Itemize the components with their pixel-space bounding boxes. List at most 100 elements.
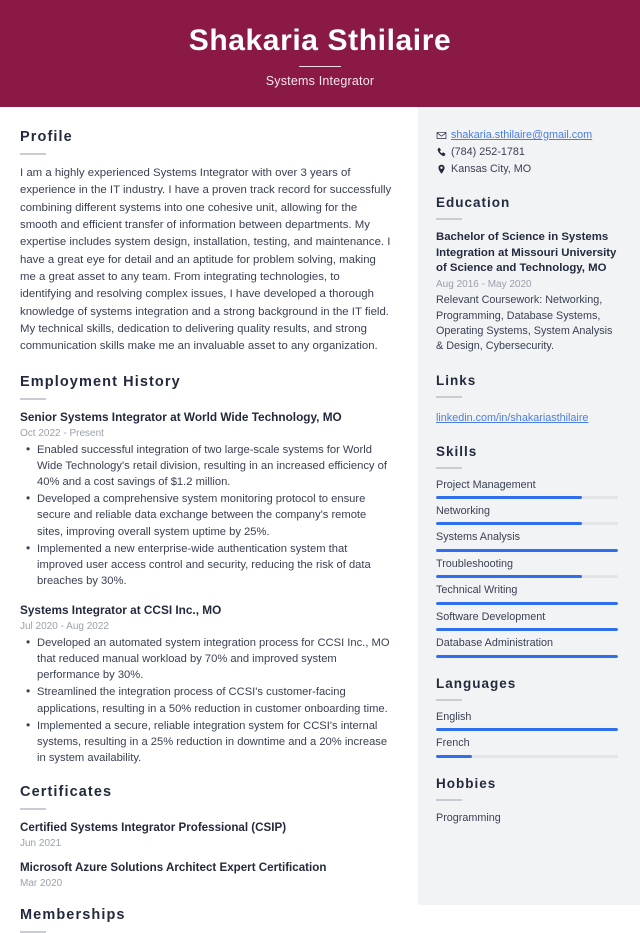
certificates-heading: Certificates [20,784,113,801]
job-date: Jul 2020 - Aug 2022 [20,620,109,632]
phone-icon [436,146,451,158]
sidebar-column: shakaria.sthilaire@gmail.com (784) 252-1… [418,107,640,905]
skill-label: Troubleshooting [436,557,514,570]
job-title: Systems Integrator at CCSI Inc., MO [20,602,222,617]
skill-item: Networking [436,505,618,526]
skill-bar-track [436,601,618,605]
section-rule [436,466,462,469]
certificate-name: Microsoft Azure Solutions Architect Expe… [20,861,327,875]
profile-text: I am a highly experienced Systems Integr… [20,167,392,353]
section-certificates: Certificates Certified Systems Integrato… [20,784,394,889]
skill-item: Troubleshooting [436,557,618,579]
job-bullet: Implemented a secure, reliable integrati… [20,717,394,767]
job-bullet: Developed an automated system integratio… [20,634,394,684]
skill-bar-track [436,548,618,552]
contact-row-location: Kansas City, MO [436,163,618,175]
skill-item: Software Development [436,610,618,632]
contact-row-phone: (784) 252-1781 [436,146,618,158]
section-rule [436,395,462,398]
section-rule [20,153,46,155]
language-bar-fill [436,754,473,758]
contact-row-email: shakaria.sthilaire@gmail.com [436,129,618,141]
education-date: Aug 2016 - May 2020 [436,279,532,291]
certificate-name: Certified Systems Integrator Professiona… [20,821,287,835]
skill-bar-track [436,628,618,632]
skill-bar-fill [436,548,618,552]
section-languages: Languages English French [436,676,618,758]
location-text: Kansas City, MO [451,163,532,175]
employment-entry: Systems Integrator at CCSI Inc., MO Jul … [20,603,394,767]
section-rule [20,930,46,933]
language-label: English [436,710,472,723]
section-profile: Profile I am a highly experienced System… [20,129,394,356]
job-bullet: Streamlined the integration process of C… [20,683,394,716]
skill-label: Networking [436,505,491,517]
section-employment-history: Employment History Senior Systems Integr… [20,374,394,767]
skill-bar-track [436,575,618,579]
certificate-entry: Microsoft Azure Solutions Architect Expe… [20,860,394,889]
skill-bar-fill [436,654,618,658]
candidate-job-title: Systems Integrator [265,73,375,88]
skill-bar-fill [436,601,618,605]
language-bar-track [436,754,618,758]
skill-label: Systems Analysis [436,531,521,544]
language-bar-track [436,728,618,732]
section-education: Education Bachelor of Science in Systems… [436,195,618,355]
skill-bar-track [436,496,618,499]
skill-item: Technical Writing [436,584,618,605]
language-label: French [436,737,470,750]
location-pin-icon [436,163,451,175]
contact-details: shakaria.sthilaire@gmail.com (784) 252-1… [436,129,618,175]
section-rule [436,798,462,801]
job-date: Oct 2022 - Present [20,427,104,439]
job-bullet: Implemented a new enterprise-wide authen… [20,540,394,590]
section-memberships: Memberships [20,907,394,933]
skill-bar-fill [436,628,618,632]
skill-item: Systems Analysis [436,531,618,552]
education-heading: Education [436,195,511,210]
education-description: Relevant Coursework: Networking, Program… [436,294,613,353]
skill-label: Project Management [436,478,536,491]
skill-bar-track [436,654,618,658]
skill-bar-fill [436,522,582,526]
memberships-heading: Memberships [20,906,126,923]
skill-item: Project Management [436,479,618,499]
skill-label: Database Administration [436,637,554,650]
job-bullet-list: Developed an automated system integratio… [20,634,394,767]
job-bullet-list: Enabled successful integration of two la… [20,441,394,590]
linkedin-link[interactable]: linkedin.com/in/shakariasthilaire [436,412,588,424]
languages-heading: Languages [436,675,517,691]
language-item: French [436,737,618,758]
skill-label: Software Development [436,610,546,623]
section-rule [20,397,46,400]
phone-number: (784) 252-1781 [451,146,525,158]
skill-label: Technical Writing [436,584,518,597]
envelope-icon [436,129,451,141]
section-skills: Skills Project Management Networking Sys… [436,444,618,658]
section-hobbies: Hobbies Programming [436,776,618,825]
skill-bar-track [436,522,618,526]
resume-body: Profile I am a highly experienced System… [0,107,640,933]
hobbies-heading: Hobbies [436,775,497,791]
job-bullet: Enabled successful integration of two la… [20,441,394,491]
section-rule [20,808,46,811]
language-item: English [436,710,618,732]
profile-heading: Profile [20,129,73,145]
skill-bar-fill [436,575,582,579]
skill-item: Database Administration [436,637,618,658]
job-title: Senior Systems Integrator at World Wide … [20,409,342,424]
language-bar-fill [436,728,618,732]
section-rule [436,218,462,220]
links-heading: Links [436,372,477,388]
section-rule [436,698,462,701]
education-degree: Bachelor of Science in Systems Integrati… [436,231,617,275]
email-link[interactable]: shakaria.sthilaire@gmail.com [451,129,592,141]
employment-entry: Senior Systems Integrator at World Wide … [20,410,394,590]
hobby-item: Programming [436,811,501,824]
certificate-entry: Certified Systems Integrator Professiona… [20,820,394,849]
header-divider [299,65,341,67]
employment-heading: Employment History [20,373,181,390]
resume-page: Shakaria Sthilaire Systems Integrator Pr… [0,0,640,933]
certificate-date: Mar 2020 [20,877,63,889]
section-links: Links linkedin.com/in/shakariasthilaire [436,373,618,426]
